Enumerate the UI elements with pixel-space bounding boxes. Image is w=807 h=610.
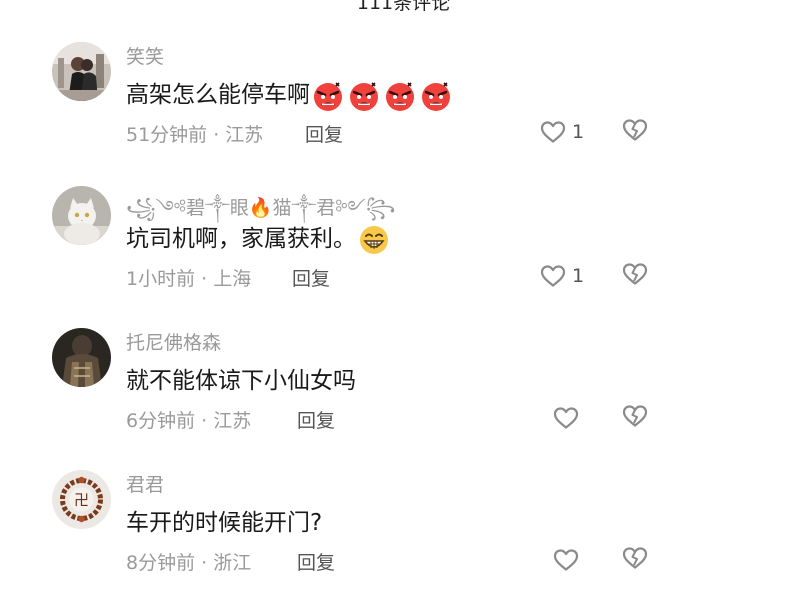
reply-button[interactable]: 回复 — [292, 264, 330, 291]
time-location: 8分钟前 · 浙江 — [126, 552, 252, 574]
username[interactable]: 笑笑 — [126, 42, 164, 69]
avatar[interactable] — [52, 42, 111, 101]
reply-button[interactable]: 回复 — [297, 548, 335, 575]
heart-icon — [553, 548, 579, 572]
comment-text-body: 坑司机啊，家属获利。 — [126, 226, 356, 252]
like-count: 1 — [572, 121, 585, 143]
heart-icon — [540, 264, 566, 288]
comment-text: 车开的时候能开门? — [126, 503, 322, 537]
reply-button[interactable]: 回复 — [297, 406, 335, 433]
like-button[interactable]: 1 — [540, 262, 584, 290]
avatar[interactable]: 卍 — [52, 470, 111, 529]
reply-button[interactable]: 回复 — [305, 120, 343, 147]
broken-heart-icon[interactable] — [622, 262, 648, 286]
avatar[interactable] — [52, 328, 111, 387]
angry-face-icon — [312, 80, 344, 112]
comment-text-body: 高架怎么能停车啊 — [126, 82, 310, 108]
avatar[interactable] — [52, 186, 111, 245]
angry-face-icon — [348, 80, 380, 112]
comment-item: ꧁༺碧༒眼🔥猫༒君༻꧂ 坑司机啊，家属获利。 1小时前 · 上海 回复 1 — [0, 186, 807, 326]
broken-heart-icon[interactable] — [622, 546, 648, 570]
comment-count-header: 111条评论 — [356, 0, 451, 14]
grinning-face-icon — [358, 224, 390, 256]
like-count: 1 — [572, 265, 585, 287]
comment-text: 高架怎么能停车啊 — [126, 75, 452, 112]
time-location: 51分钟前 · 江苏 — [126, 124, 264, 146]
like-button[interactable]: 1 — [540, 118, 584, 146]
username[interactable]: 托尼佛格森 — [126, 328, 221, 355]
angry-face-icon — [384, 80, 416, 112]
comment-text: 坑司机啊，家属获利。 — [126, 219, 390, 256]
like-button[interactable] — [553, 546, 585, 574]
comment-item: 笑笑 高架怎么能停车啊 51分钟前 · 江苏 回复 1 — [0, 42, 807, 182]
comment-text: 就不能体谅下小仙女吗 — [126, 361, 356, 395]
heart-icon — [553, 406, 579, 430]
time-location: 6分钟前 · 江苏 — [126, 410, 252, 432]
broken-heart-icon[interactable] — [622, 404, 648, 428]
comment-item: 托尼佛格森 就不能体谅下小仙女吗 6分钟前 · 江苏 回复 — [0, 328, 807, 468]
time-location: 1小时前 · 上海 — [126, 268, 252, 290]
emoji-group — [358, 224, 390, 256]
comment-text-body: 就不能体谅下小仙女吗 — [126, 368, 356, 394]
like-button[interactable] — [553, 404, 585, 432]
broken-heart-icon[interactable] — [622, 118, 648, 142]
angry-face-icon — [420, 80, 452, 112]
comment-item: 卍 君君 车开的时候能开门? 8分钟前 · 浙江 回复 — [0, 470, 807, 610]
emoji-group — [312, 80, 452, 112]
comment-text-body: 车开的时候能开门? — [126, 510, 323, 536]
username[interactable]: 君君 — [126, 470, 164, 497]
svg-text:卍: 卍 — [74, 491, 89, 509]
heart-icon — [540, 120, 566, 144]
